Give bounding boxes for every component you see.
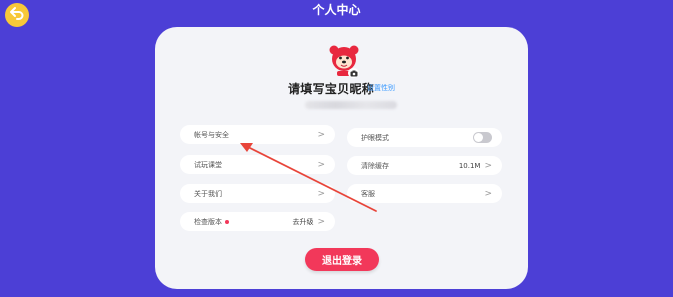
chevron-right-icon: > — [484, 160, 492, 171]
toggle-knob — [474, 133, 483, 142]
menu-item-value: 去升级 — [292, 217, 314, 226]
menu-item-label: 清除缓存 — [361, 161, 389, 170]
menu-item-check-version[interactable]: 检查版本 去升级 > — [180, 212, 335, 231]
update-badge — [225, 219, 229, 224]
menu-item-trial-class[interactable]: 试玩课堂 > — [180, 155, 335, 174]
page-title: 个人中心 — [312, 3, 361, 17]
menu-item-label: 客服 — [361, 189, 375, 198]
logout-button[interactable]: 退出登录 — [305, 248, 379, 271]
chevron-right-icon: > — [317, 129, 325, 140]
chevron-right-icon: > — [317, 216, 325, 227]
menu-item-label: 护眼模式 — [361, 133, 389, 142]
menu-item-about-us[interactable]: 关于我们 > — [180, 184, 335, 203]
menu-item-account-security[interactable]: 帐号与安全 > — [180, 125, 335, 144]
chevron-right-icon: > — [484, 188, 492, 199]
chevron-right-icon: > — [317, 188, 325, 199]
menu-item-value: 10.1M — [458, 161, 481, 170]
menu-item-label: 关于我们 — [194, 189, 222, 198]
account-id — [305, 101, 397, 109]
profile-card: 请填写宝贝昵称 设置性别 帐号与安全 > 试玩课堂 > 关于我们 > 检查版本 … — [155, 27, 528, 289]
camera-icon — [350, 70, 357, 76]
nickname-field[interactable]: 请填写宝贝昵称 — [288, 80, 374, 97]
change-avatar-button[interactable] — [348, 68, 359, 78]
set-gender-link[interactable]: 设置性别 — [367, 83, 395, 93]
menu-item-eye-protection: 护眼模式 — [347, 128, 502, 147]
menu-item-label: 试玩课堂 — [194, 160, 222, 169]
chevron-right-icon: > — [317, 159, 325, 170]
menu-item-label: 帐号与安全 — [194, 130, 229, 139]
menu-item-label: 检查版本 — [194, 217, 292, 227]
eye-protection-toggle[interactable] — [473, 132, 492, 143]
menu-item-clear-cache[interactable]: 清除缓存 10.1M > — [347, 156, 502, 175]
menu-item-customer-service[interactable]: 客服 > — [347, 184, 502, 203]
